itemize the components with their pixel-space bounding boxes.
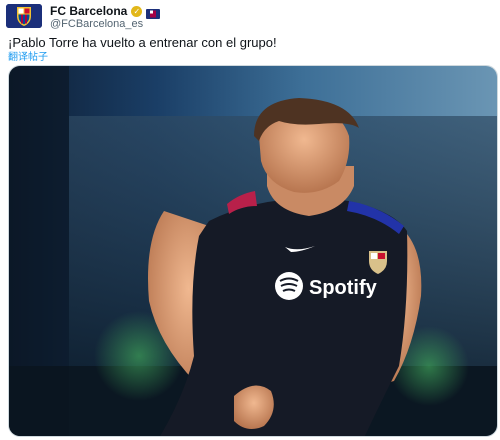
tweet-header: FC Barcelona ✓ @FCBarcelona_es xyxy=(6,4,494,30)
player-photo: Spotify xyxy=(9,66,497,436)
tweet-photo[interactable]: Spotify xyxy=(8,65,498,437)
author-name[interactable]: FC Barcelona xyxy=(50,4,127,18)
fcb-crest-icon[interactable] xyxy=(6,4,42,28)
tweet-text: ¡Pablo Torre ha vuelto a entrenar con el… xyxy=(8,35,277,50)
author-handle[interactable]: @FCBarcelona_es xyxy=(50,18,143,30)
spotify-sponsor-text: Spotify xyxy=(309,277,378,299)
gold-verified-badge-icon: ✓ xyxy=(131,5,143,17)
fcb-affiliate-badge-icon[interactable] xyxy=(146,6,161,19)
translate-post-link[interactable]: 翻译帖子 xyxy=(8,48,48,63)
